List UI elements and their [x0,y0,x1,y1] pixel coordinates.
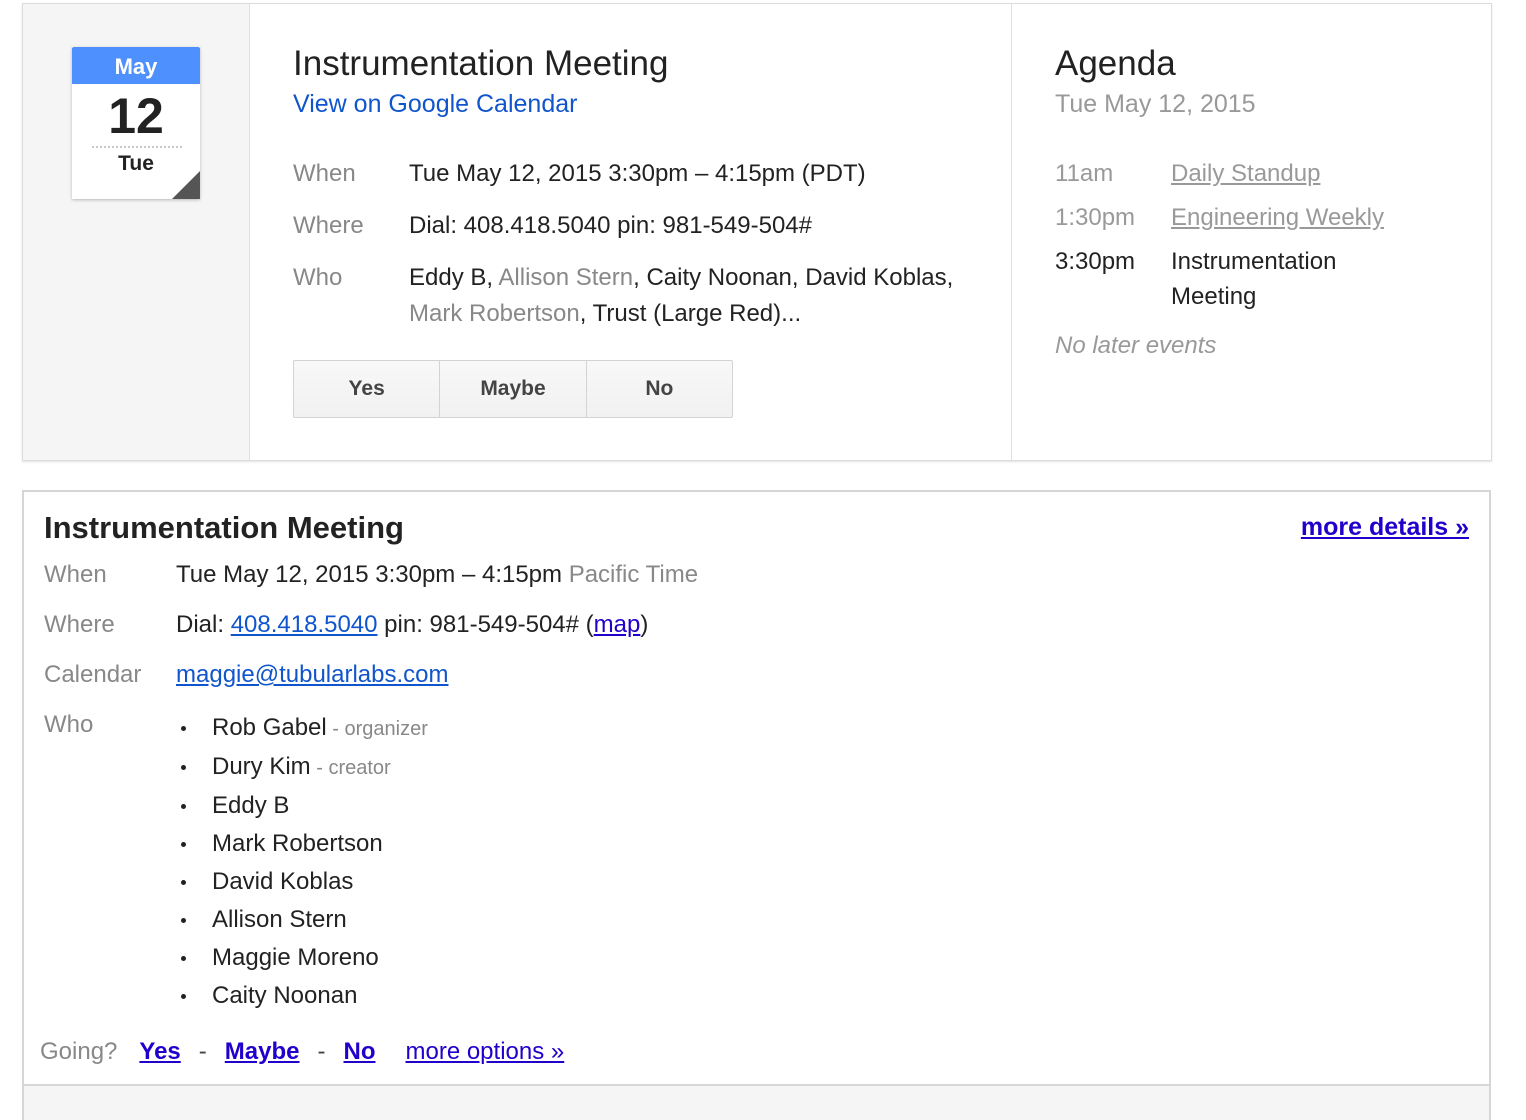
no-later-events: No later events [1055,332,1217,359]
who-text: Eddy B, [409,264,499,291]
where-value: Dial: 408.418.5040 pin: 981-549-504# [409,212,812,239]
where-text: Dial: [176,611,231,638]
going-yes-link[interactable]: Yes [139,1038,180,1066]
when-label: When [293,160,356,187]
attendee-role: - creator [310,757,391,779]
when-label: When [44,561,107,588]
attendee-name: David Koblas [212,868,354,895]
agenda-item-time: 11am [1055,160,1114,187]
attendee-name: Dury Kim [212,753,311,780]
rsvp-maybe-button[interactable]: Maybe [439,361,585,417]
list-item: David Koblas [176,863,428,901]
date-month: May [72,47,200,84]
where-label: Where [44,611,115,638]
list-item: Rob Gabel - organizer [176,709,428,748]
event-title: Instrumentation Meeting [293,44,669,83]
details-title: Instrumentation Meeting [44,510,404,545]
attendee-name: Eddy B [212,792,290,819]
invitation-card: May 12 Tue Instrumentation Meeting View … [22,3,1492,461]
attendee-name: Maggie Moreno [212,944,379,971]
attendee-list: Rob Gabel - organizer Dury Kim - creator… [176,709,428,1015]
rsvp-button-group: Yes Maybe No [293,360,733,418]
calendar-email-link[interactable]: maggie@tubularlabs.com [176,661,449,688]
rsvp-no-button[interactable]: No [585,361,732,417]
event-where-row: Where Dial: 408.418.5040 pin: 981-549-50… [293,208,969,244]
attendee-name: Caity Noonan [212,982,358,1009]
event-details-card: Instrumentation Meeting more details » W… [22,490,1491,1086]
agenda-item: 11am Daily Standup [1055,156,1320,191]
calendar-value: maggie@tubularlabs.com [176,658,449,692]
footer-strip [22,1086,1491,1120]
page-curl-icon [172,171,200,199]
going-maybe-link[interactable]: Maybe [225,1038,300,1066]
going-row: Going? Yes - Maybe - No more options » [40,1038,564,1066]
calendar-label: Calendar [44,661,142,688]
list-item: Allison Stern [176,901,428,939]
who-value: Eddy B, Allison Stern, Caity Noonan, Dav… [409,260,969,332]
map-link[interactable]: map [594,611,641,638]
date-divider [92,146,182,148]
agenda-item-time: 1:30pm [1055,204,1136,231]
going-separator: - [317,1038,326,1065]
more-options-link[interactable]: more options » [405,1038,564,1066]
details-where-row: Where Dial: 408.418.5040 pin: 981-549-50… [44,608,648,642]
phone-link[interactable]: 408.418.5040 [231,611,378,638]
agenda-item-link[interactable]: Daily Standup [1171,156,1320,191]
when-text: Tue May 12, 2015 3:30pm – 4:15pm [176,561,563,588]
date-day: 12 [108,88,164,144]
list-item: Mark Robertson [176,825,428,863]
attendee-role: - organizer [326,718,428,740]
who-text: , Caity Noonan, David Koblas, [633,264,954,291]
timezone: Pacific Time [568,561,699,588]
agenda-item-time: 3:30pm [1055,248,1136,275]
details-who-row: Who [44,708,176,742]
going-separator: - [198,1038,207,1065]
view-on-google-calendar-link[interactable]: View on Google Calendar [293,90,577,119]
list-item: Eddy B [176,787,428,825]
details-calendar-row: Calendar maggie@tubularlabs.com [44,658,449,692]
agenda-item: 1:30pm Engineering Weekly [1055,200,1384,235]
agenda-item-name: Instrumentation Meeting [1171,248,1337,310]
details-when-row: When Tue May 12, 2015 3:30pm – 4:15pm Pa… [44,558,698,592]
where-text: ) [640,611,649,638]
more-details-link[interactable]: more details » [1301,513,1469,542]
where-value: Dial: 408.418.5040 pin: 981-549-504# (ma… [176,608,648,642]
list-item: Caity Noonan [176,977,428,1015]
list-item: Maggie Moreno [176,939,428,977]
who-text: , Trust (Large Red)... [579,300,802,327]
agenda-item-link[interactable]: Engineering Weekly [1171,200,1384,235]
who-guest-allison: Allison Stern [498,264,634,291]
date-column: May 12 Tue [23,4,250,460]
attendee-name: Rob Gabel [212,714,327,741]
when-value: Tue May 12, 2015 3:30pm – 4:15pm (PDT) [409,160,866,187]
event-summary: Instrumentation Meeting View on Google C… [250,4,1012,460]
agenda-item-current: 3:30pm Instrumentation Meeting [1055,244,1391,314]
attendee-name: Mark Robertson [212,830,383,857]
event-who-row: Who Eddy B, Allison Stern, Caity Noonan,… [293,260,969,332]
agenda-panel: Agenda Tue May 12, 2015 11am Daily Stand… [1012,4,1491,460]
event-when-row: When Tue May 12, 2015 3:30pm – 4:15pm (P… [293,156,969,192]
going-no-link[interactable]: No [343,1038,375,1066]
who-label: Who [293,264,343,291]
calendar-date-icon: May 12 Tue [72,47,200,199]
who-label: Who [44,711,94,738]
rsvp-yes-button[interactable]: Yes [294,361,439,417]
agenda-title: Agenda [1055,44,1176,83]
who-guest-mark: Mark Robertson [409,300,580,327]
where-text: pin: 981-549-504# ( [377,611,594,638]
attendee-name: Allison Stern [212,906,347,933]
agenda-date: Tue May 12, 2015 [1055,90,1256,118]
where-label: Where [293,212,364,239]
when-value: Tue May 12, 2015 3:30pm – 4:15pm Pacific… [176,558,698,592]
list-item: Dury Kim - creator [176,748,428,787]
going-question: Going? [40,1038,118,1065]
